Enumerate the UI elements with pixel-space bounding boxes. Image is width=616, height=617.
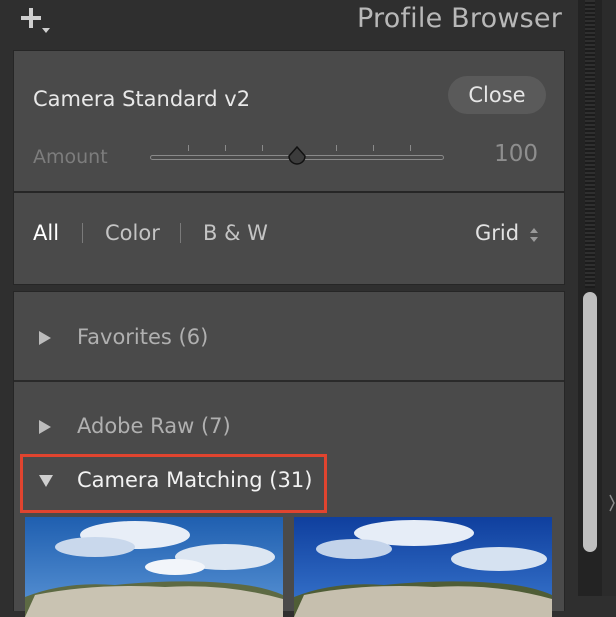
expand-caret-icon[interactable] [609, 493, 615, 513]
amount-slider[interactable] [150, 145, 446, 169]
panel-header: Profile Browser [0, 0, 578, 48]
disclosure-right-icon[interactable] [38, 419, 52, 435]
slider-tick [336, 145, 337, 151]
filter-tab-all[interactable]: All [33, 221, 59, 245]
filter-bar: All Color B & W Grid [13, 192, 565, 285]
amount-label: Amount [33, 146, 108, 168]
group-adobe-raw[interactable]: Adobe Raw (7) [14, 405, 564, 451]
profile-group-list: Favorites (6) Adobe Raw (7) Camera Match… [13, 291, 565, 617]
group-favorites[interactable]: Favorites (6) [14, 316, 564, 362]
profile-thumbnail[interactable] [294, 517, 552, 617]
disclosure-right-icon[interactable] [38, 330, 52, 346]
add-profile-icon[interactable] [20, 4, 56, 36]
panel-title: Profile Browser [357, 3, 562, 34]
divider [14, 380, 564, 382]
profile-panel: Camera Standard v2 Close Amount 100 [13, 50, 565, 192]
highlight-box [20, 454, 327, 513]
group-label: Adobe Raw (7) [77, 414, 231, 438]
group-label: Favorites (6) [77, 325, 209, 349]
close-button[interactable]: Close [448, 76, 546, 114]
filter-separator [82, 223, 83, 243]
slider-thumb[interactable] [285, 145, 309, 169]
slider-tick [373, 145, 374, 151]
filter-tab-bw[interactable]: B & W [203, 221, 268, 245]
scrollbar-upper-track[interactable] [585, 0, 595, 288]
current-profile-name: Camera Standard v2 [33, 87, 251, 111]
slider-tick [188, 145, 189, 151]
slider-tick [262, 145, 263, 151]
filter-separator [180, 223, 181, 243]
filter-tab-color[interactable]: Color [105, 221, 160, 245]
scrollbar[interactable] [578, 0, 602, 596]
amount-value: 100 [494, 141, 538, 167]
scrollbar-thumb[interactable] [583, 292, 597, 552]
profile-thumbnail[interactable] [25, 517, 283, 617]
slider-tick [225, 145, 226, 151]
slider-tick [410, 145, 411, 151]
view-mode-select[interactable]: Grid [475, 221, 519, 245]
up-down-chevron-icon[interactable] [528, 226, 540, 244]
